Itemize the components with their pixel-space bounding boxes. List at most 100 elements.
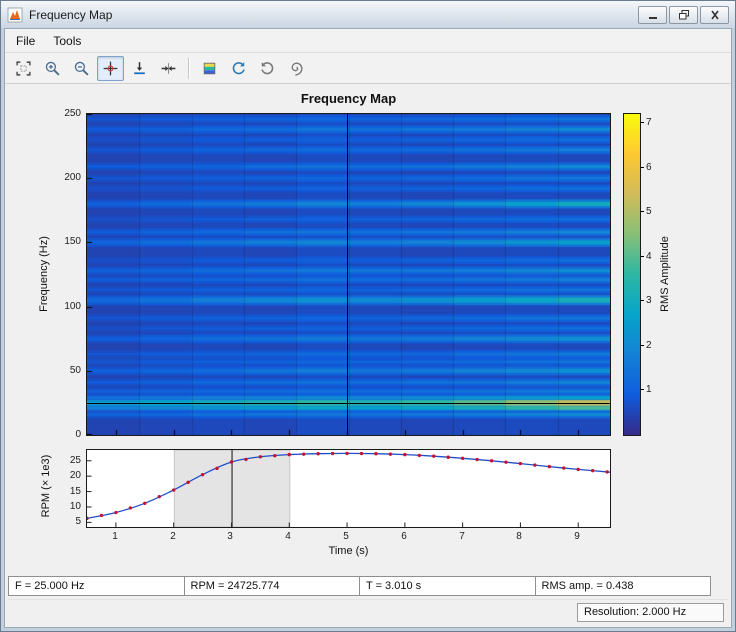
status-cell: RPM = 24725.774 — [185, 576, 361, 596]
colorbar-tick-label: 1 — [646, 384, 652, 395]
menu-bar: FileTools — [5, 29, 731, 53]
rpm-xtick-label: 3 — [220, 531, 240, 542]
window-title: Frequency Map — [29, 8, 638, 22]
rpm-marker — [172, 488, 175, 491]
toolbar-separator — [188, 58, 190, 79]
zoom-in-button[interactable] — [39, 56, 66, 81]
close-icon — [707, 9, 723, 21]
colorbar-tick-label: 6 — [646, 162, 652, 173]
rpm-marker — [432, 454, 435, 457]
rpm-marker — [215, 467, 218, 470]
rpm-ytick-label: 10 — [41, 501, 81, 512]
rpm-xtick-label: 7 — [452, 531, 472, 542]
rpm-xtick-label: 4 — [278, 531, 298, 542]
rpm-marker — [418, 454, 421, 457]
crosshair-horizontal-line[interactable] — [87, 403, 610, 404]
rotate-cw-button[interactable] — [254, 56, 281, 81]
status-bar: Resolution: 2.000 Hz — [8, 599, 728, 626]
restore-button[interactable] — [669, 6, 698, 24]
rotate-ccw-button[interactable] — [225, 56, 252, 81]
colorbar-tick — [641, 389, 644, 390]
colorbar-tick-label: 2 — [646, 340, 652, 351]
frequency-map-image[interactable] — [87, 114, 610, 435]
rpm-plot[interactable] — [87, 450, 610, 527]
colorbar-label: RMS Amplitude — [659, 174, 671, 374]
minimize-button[interactable] — [638, 6, 667, 24]
rpm-marker — [186, 481, 189, 484]
rpm-ytick-label: 20 — [41, 470, 81, 481]
colorbar-tick-label: 5 — [646, 206, 652, 217]
rpm-marker — [87, 517, 89, 520]
map-ylabel: Frequency (Hz) — [38, 174, 50, 374]
rpm-marker — [577, 468, 580, 471]
zoom-out-icon — [73, 60, 90, 77]
rpm-marker — [158, 495, 161, 498]
rpm-marker — [316, 452, 319, 455]
close-button[interactable] — [700, 6, 729, 24]
rpm-marker — [201, 473, 204, 476]
colorbar-tick-label: 4 — [646, 251, 652, 262]
title-bar[interactable]: Frequency Map — [1, 1, 735, 28]
rotate-ccw-icon — [230, 60, 247, 77]
frequency-map-axes[interactable] — [86, 113, 611, 436]
map-ytick-label: 50 — [41, 365, 81, 376]
colorbar — [623, 113, 641, 436]
status-cell: RMS amp. = 0.438 — [536, 576, 712, 596]
map-ytick-label: 100 — [41, 301, 81, 312]
rpm-xlabel: Time (s) — [86, 545, 611, 557]
colorbar-tick — [641, 211, 644, 212]
rpm-xtick-label: 6 — [394, 531, 414, 542]
rpm-xtick-label: 9 — [567, 531, 587, 542]
rpm-marker — [562, 466, 565, 469]
menu-file[interactable]: File — [7, 31, 44, 51]
colorbar-tick — [641, 256, 644, 257]
rpm-ytick-label: 15 — [41, 486, 81, 497]
colorbar-tick — [641, 122, 644, 123]
rpm-marker — [273, 454, 276, 457]
rpm-marker — [389, 452, 392, 455]
fit-to-view-button[interactable] — [10, 56, 37, 81]
rpm-marker — [504, 460, 507, 463]
minimize-icon — [645, 9, 661, 21]
rpm-xtick-label: 5 — [336, 531, 356, 542]
crosshair-tool-button[interactable] — [97, 56, 124, 81]
app-window: Frequency Map FileTools Frequency Map Fr… — [0, 0, 736, 632]
colorbar-tick — [641, 300, 644, 301]
app-icon — [7, 7, 23, 23]
spiral-button[interactable] — [283, 56, 310, 81]
rpm-marker — [345, 452, 348, 455]
figure-client-area: FileTools Frequency Map Frequency (Hz) R… — [4, 28, 732, 628]
rpm-xtick-label: 2 — [163, 531, 183, 542]
rpm-marker — [331, 452, 334, 455]
rpm-marker — [403, 453, 406, 456]
menu-tools[interactable]: Tools — [44, 31, 90, 51]
rpm-axes[interactable] — [86, 449, 611, 528]
map-ytick-label: 200 — [41, 172, 81, 183]
rpm-marker — [288, 453, 291, 456]
zoom-out-button[interactable] — [68, 56, 95, 81]
rpm-ytick-label: 5 — [41, 516, 81, 527]
snap-cursor-button[interactable] — [126, 56, 153, 81]
rpm-marker — [533, 463, 536, 466]
colormap-button[interactable] — [196, 56, 223, 81]
spiral-icon — [288, 60, 305, 77]
rpm-marker — [244, 458, 247, 461]
rpm-marker — [100, 514, 103, 517]
resolution-readout: Resolution: 2.000 Hz — [577, 603, 724, 622]
rpm-marker — [446, 456, 449, 459]
rpm-ytick-label: 25 — [41, 455, 81, 466]
rpm-xtick-label: 8 — [509, 531, 529, 542]
rpm-curve — [87, 453, 610, 518]
rpm-marker — [360, 452, 363, 455]
crosshair-vertical-line[interactable] — [347, 114, 348, 435]
rpm-marker — [143, 502, 146, 505]
rpm-marker — [230, 460, 233, 463]
restore-icon — [676, 9, 692, 21]
status-row: F = 25.000 HzRPM = 24725.774T = 3.010 sR… — [8, 576, 711, 596]
rpm-marker — [259, 455, 262, 458]
plot-title: Frequency Map — [86, 91, 611, 106]
window-controls — [638, 6, 729, 24]
collapse-arrows-button[interactable] — [155, 56, 182, 81]
map-ytick-label: 150 — [41, 236, 81, 247]
colorbar-tick — [641, 345, 644, 346]
